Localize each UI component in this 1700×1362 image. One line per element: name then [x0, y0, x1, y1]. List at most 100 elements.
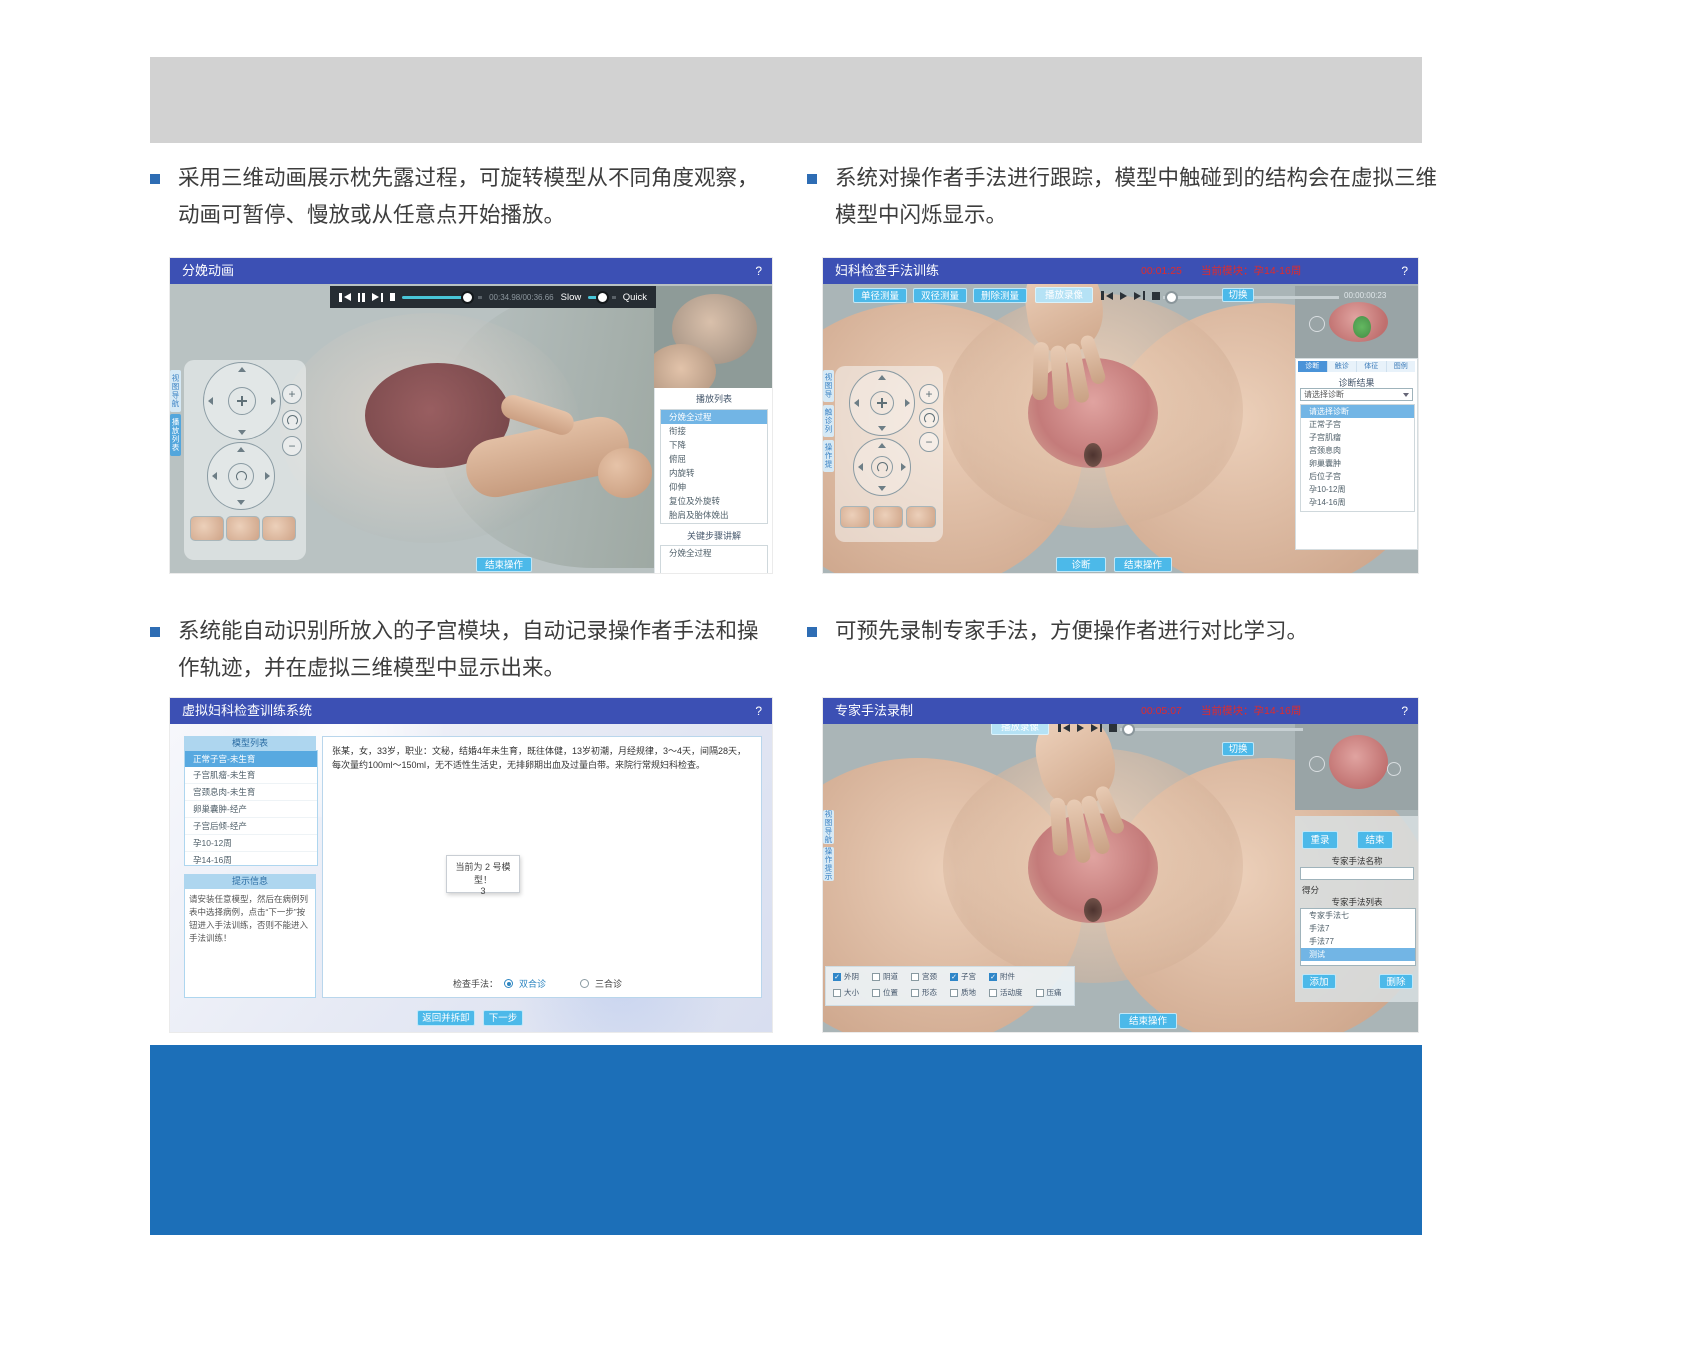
model-item[interactable]: 子宫肌瘤-未生育: [185, 767, 317, 784]
diagnosis-item[interactable]: 卵巢囊肿: [1301, 457, 1414, 470]
skip-end-icon[interactable]: [372, 293, 384, 302]
pan-center-icon[interactable]: [870, 391, 894, 415]
checkbox-item[interactable]: 位置: [872, 987, 898, 998]
zoom-out-button[interactable]: −: [282, 436, 302, 456]
playlist-item[interactable]: 衔接: [661, 424, 767, 438]
progress-slider[interactable]: [402, 296, 471, 299]
pan-center-icon[interactable]: [228, 387, 256, 415]
tab-hints[interactable]: 操作提示: [823, 440, 834, 472]
progress-knob[interactable]: [461, 291, 474, 304]
model-item[interactable]: 孕14-16周: [185, 852, 317, 866]
skip-start-icon[interactable]: [1101, 291, 1113, 300]
playlist-item[interactable]: 分娩全过程: [661, 410, 767, 424]
model-item[interactable]: 宫颈息肉-未生育: [185, 784, 317, 801]
checkbox-item[interactable]: 压痛: [1036, 987, 1062, 998]
model-item[interactable]: 子宫后倾-经产: [185, 818, 317, 835]
keysteps-item[interactable]: 分娩全过程: [661, 546, 767, 560]
diagnosis-item[interactable]: 孕14-16周: [1301, 496, 1414, 509]
checkbox-item[interactable]: 大小: [833, 987, 859, 998]
checkbox-item[interactable]: 形态: [911, 987, 937, 998]
skip-start-icon[interactable]: [339, 293, 351, 302]
uterus-thumbnail[interactable]: [1295, 714, 1418, 810]
zoom-in-button[interactable]: +: [282, 384, 302, 404]
diagnose-button[interactable]: 诊断: [1056, 557, 1106, 572]
tab-diagnosis[interactable]: 诊断: [1298, 361, 1327, 372]
diagnosis-dropdown[interactable]: 请选择诊断: [1300, 388, 1413, 401]
pan-dpad[interactable]: [849, 370, 915, 436]
rotate-dpad[interactable]: [853, 438, 911, 496]
reset-view-button[interactable]: [282, 410, 302, 430]
playlist-item[interactable]: 俯屈: [661, 452, 767, 466]
checkbox-item[interactable]: 活动度: [989, 987, 1023, 998]
tab-signs[interactable]: 体征: [1356, 361, 1386, 372]
checkbox-item[interactable]: ✓附件: [989, 971, 1015, 982]
switch-view-button[interactable]: 切换: [1222, 288, 1254, 302]
playlist-item[interactable]: 胎肩及胎体娩出: [661, 508, 767, 522]
tab-view-navigation[interactable]: 视图导航: [823, 810, 834, 844]
diagnosis-item[interactable]: 宫颈息肉: [1301, 444, 1414, 457]
end-operation-button[interactable]: 结束操作: [476, 557, 532, 572]
tab-view-navigation[interactable]: 视图导航: [170, 370, 181, 412]
delete-button[interactable]: 删除: [1379, 974, 1413, 989]
diagnosis-item[interactable]: 正常子宫: [1301, 418, 1414, 431]
radio-bimanual[interactable]: [504, 979, 513, 988]
stop-icon[interactable]: [1109, 724, 1117, 732]
end-operation-button[interactable]: 结束操作: [1119, 1013, 1177, 1029]
rotate-center-icon[interactable]: [871, 456, 893, 478]
switch-view-button[interactable]: 切换: [1222, 742, 1254, 756]
playlist-item[interactable]: 复位及外旋转: [661, 494, 767, 508]
skip-end-icon[interactable]: [1134, 291, 1146, 300]
stop-icon[interactable]: [1152, 292, 1160, 300]
view-preset-thumb-2[interactable]: [873, 506, 903, 528]
speed-slider[interactable]: [588, 296, 605, 299]
skip-end-icon[interactable]: [1091, 723, 1103, 732]
playlist-item[interactable]: 内旋转: [661, 466, 767, 480]
finish-button[interactable]: 结束: [1357, 831, 1393, 849]
pan-dpad[interactable]: [203, 362, 281, 440]
reset-view-button[interactable]: [919, 408, 939, 428]
checkbox-item[interactable]: 质地: [950, 987, 976, 998]
stop-icon[interactable]: [390, 293, 395, 301]
view-preset-thumb-2[interactable]: [226, 516, 260, 541]
tab-palpation[interactable]: 触诊: [1327, 361, 1357, 372]
help-icon[interactable]: ?: [755, 258, 762, 284]
help-icon[interactable]: ?: [1401, 258, 1408, 284]
diagnosis-item[interactable]: 后位子宫: [1301, 470, 1414, 483]
view-preset-thumb-1[interactable]: [190, 516, 224, 541]
diagnosis-item[interactable]: 请选择诊断: [1301, 405, 1414, 418]
model-item[interactable]: 正常子宫-未生育: [185, 751, 317, 767]
single-measure-button[interactable]: 单径测量: [853, 288, 907, 303]
help-icon[interactable]: ?: [755, 698, 762, 724]
playlist-item[interactable]: 仰伸: [661, 480, 767, 494]
expert-item[interactable]: 测试: [1301, 948, 1415, 961]
radio-trimanual[interactable]: [580, 979, 589, 988]
view-preset-thumb-1[interactable]: [840, 506, 870, 528]
model-item[interactable]: 卵巢囊肿-经产: [185, 801, 317, 818]
view-preset-thumb-3[interactable]: [262, 516, 296, 541]
back-button[interactable]: 返回并拆卸: [417, 1010, 475, 1026]
end-operation-button[interactable]: 结束操作: [1114, 557, 1172, 572]
tab-playlist[interactable]: 播放列表: [170, 414, 181, 456]
checkbox-item[interactable]: ✓子宫: [950, 971, 976, 982]
play-icon[interactable]: [1077, 724, 1084, 732]
tab-legend[interactable]: 图例: [1386, 361, 1416, 372]
rotate-center-icon[interactable]: [228, 463, 254, 489]
skip-start-icon[interactable]: [1058, 723, 1070, 732]
expert-item[interactable]: 专家手法七: [1301, 909, 1415, 922]
rotate-dpad[interactable]: [207, 442, 275, 510]
help-icon[interactable]: ?: [1401, 698, 1408, 724]
double-measure-button[interactable]: 双径测量: [913, 288, 967, 303]
next-button[interactable]: 下一步: [483, 1010, 523, 1026]
play-icon[interactable]: [1120, 292, 1127, 300]
zoom-out-button[interactable]: −: [919, 432, 939, 452]
play-recording-button[interactable]: 播放录像: [1035, 287, 1093, 303]
view-preset-thumb-3[interactable]: [906, 506, 936, 528]
timeline-knob[interactable]: [1122, 723, 1135, 736]
timeline-knob[interactable]: [1165, 291, 1178, 304]
zoom-in-button[interactable]: +: [919, 384, 939, 404]
add-button[interactable]: 添加: [1302, 974, 1336, 989]
checkbox-item[interactable]: 阴道: [872, 971, 898, 982]
playlist-item[interactable]: 下降: [661, 438, 767, 452]
timeline-slider[interactable]: [1120, 728, 1303, 731]
checkbox-item[interactable]: 宫颈: [911, 971, 937, 982]
